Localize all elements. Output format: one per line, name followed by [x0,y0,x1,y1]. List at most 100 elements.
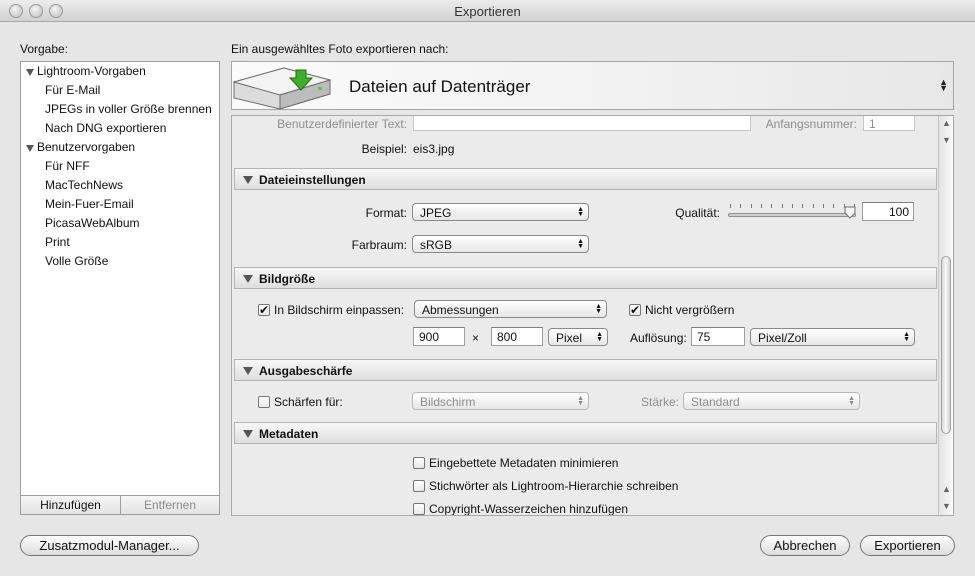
preset-item[interactable]: Für E-Mail [45,83,100,97]
preset-item[interactable]: Print [45,235,70,249]
updown-arrows-icon: ▲ ▼ [595,303,602,315]
export-dialog: Exportieren Vorgabe: Lightroom-Vorgaben … [0,0,975,576]
preset-item[interactable]: PicasaWebAlbum [45,216,140,230]
size-unit-popup[interactable]: Pixel ▲ ▼ [548,328,608,346]
updown-arrows-icon: ▲ ▼ [577,238,584,250]
settings-scrollbar[interactable]: ▲ ▼ ▲ ▼ [938,116,953,515]
window-title: Exportieren [454,4,521,19]
sharpen-checkbox[interactable] [258,396,270,408]
preset-item[interactable]: JPEGs in voller Größe brennen [45,102,212,116]
quality-slider-knob[interactable] [844,206,856,219]
disclosure-triangle-icon[interactable] [26,145,34,152]
colorspace-popup[interactable]: sRGB ▲ ▼ [412,235,589,253]
updown-arrows-icon: ▲ ▼ [848,395,855,407]
scroll-down-icon[interactable]: ▼ [942,135,951,145]
preset-item[interactable]: Nach DNG exportieren [45,121,166,135]
title-bar: Exportieren [0,0,975,22]
export-target-selector[interactable]: Dateien auf Datenträger ▲ ▼ [231,61,954,110]
slider-tick [750,204,752,208]
add-preset-button[interactable]: Hinzufügen [21,496,121,514]
preset-group-user[interactable]: Benutzervorgaben [37,140,135,154]
times-symbol: × [472,331,480,345]
plugin-manager-button[interactable]: Zusatzmodul-Manager... [20,535,199,556]
copyright-watermark-checkbox[interactable] [413,503,425,515]
remove-preset-button[interactable]: Entfernen [121,496,219,514]
fit-mode-popup[interactable]: Abmessungen ▲ ▼ [414,300,607,318]
slider-tick [771,204,773,208]
minimize-metadata-label: Eingebettete Metadaten minimieren [429,456,619,470]
quality-slider[interactable] [728,213,856,217]
section-file-settings[interactable]: Dateieinstellungen [234,168,937,190]
preset-item[interactable]: Für NFF [45,159,90,173]
sharpen-label: Schärfen für: [274,395,343,409]
slider-tick [812,204,814,208]
width-field[interactable]: 900 [413,327,465,346]
slider-tick [740,204,742,208]
slider-tick [833,204,835,208]
custom-text-label: Benutzerdefinierter Text: [277,117,407,131]
disclosure-triangle-icon[interactable] [243,367,253,375]
export-target-header: Ein ausgewähltes Foto exportieren nach: [231,42,449,56]
section-title: Dateieinstellungen [259,173,366,187]
start-number-label: Anfangsnummer: [765,117,857,131]
resolution-unit-popup[interactable]: Pixel/Zoll ▲ ▼ [750,328,915,346]
example-label: Beispiel: [361,142,407,156]
section-title: Ausgabeschärfe [259,364,353,378]
slider-tick [730,204,731,208]
preset-list: Lightroom-Vorgaben Für E-Mail JPEGs in v… [20,61,220,515]
keywords-hierarchy-checkbox[interactable] [413,480,425,492]
keywords-hierarchy-label: Stichwörter als Lightroom-Hierarchie sch… [429,479,679,493]
preset-group-lightroom[interactable]: Lightroom-Vorgaben [37,64,146,78]
updown-arrows-icon: ▲ ▼ [577,206,584,218]
updown-arrows-icon: ▲ ▼ [939,77,948,93]
section-output-sharpening[interactable]: Ausgabeschärfe [234,359,937,381]
colorspace-label: Farbraum: [351,238,407,252]
slider-tick [792,204,793,208]
preset-item[interactable]: Volle Größe [45,254,108,268]
sharpen-for-popup[interactable]: Bildschirm ▲ ▼ [412,392,589,410]
updown-arrows-icon: ▲ ▼ [903,331,910,343]
disclosure-triangle-icon[interactable] [243,176,253,184]
slider-tick [761,204,762,208]
slider-tick [781,204,783,208]
cancel-button[interactable]: Abbrechen [760,535,850,556]
section-metadata[interactable]: Metadaten [234,422,937,444]
export-button[interactable]: Exportieren [860,535,955,556]
fit-to-screen-label: In Bildschirm einpassen: [274,303,405,317]
scroll-up-icon[interactable]: ▲ [942,118,951,128]
preset-button-bar: Hinzufügen Entfernen [21,495,219,514]
height-field[interactable]: 800 [491,327,543,346]
dont-enlarge-checkbox[interactable]: ✔ [629,304,641,316]
export-target-value: Dateien auf Datenträger [349,77,531,96]
scroll-up-icon[interactable]: ▲ [942,484,951,494]
example-value: eis3.jpg [413,142,455,156]
preset-item[interactable]: Mein-Fuer-Email [45,197,134,211]
resolution-label: Auflösung: [630,331,687,345]
copyright-watermark-label: Copyright-Wasserzeichen hinzufügen [429,502,628,516]
preset-header: Vorgabe: [20,42,69,56]
section-title: Bildgröße [259,272,315,286]
quality-label: Qualität: [675,206,720,220]
fit-to-screen-checkbox[interactable]: ✔ [258,304,270,316]
preset-item[interactable]: MacTechNews [45,178,123,192]
disclosure-triangle-icon[interactable] [243,430,253,438]
quality-field[interactable]: 100 [862,202,914,221]
format-popup[interactable]: JPEG ▲ ▼ [412,203,589,221]
amount-label: Stärke: [640,395,679,409]
dont-enlarge-label: Nicht vergrößern [645,303,735,317]
minimize-metadata-checkbox[interactable] [413,457,425,469]
disclosure-triangle-icon[interactable] [26,69,34,76]
section-title: Metadaten [259,427,319,441]
scroll-down-icon[interactable]: ▼ [942,501,951,511]
settings-scroll-area[interactable]: Benutzerdefinierter Text: Anfangsnummer:… [231,115,954,516]
hard-drive-download-icon [232,67,332,110]
section-image-size[interactable]: Bildgröße [234,267,937,289]
resolution-field[interactable]: 75 [691,327,745,346]
scrollbar-thumb[interactable] [941,256,951,434]
updown-arrows-icon: ▲ ▼ [577,395,584,407]
start-number-field[interactable]: 1 [863,116,915,131]
amount-popup[interactable]: Standard ▲ ▼ [683,392,860,410]
custom-text-field[interactable] [413,116,751,131]
disclosure-triangle-icon[interactable] [243,275,253,283]
format-label: Format: [365,206,407,220]
